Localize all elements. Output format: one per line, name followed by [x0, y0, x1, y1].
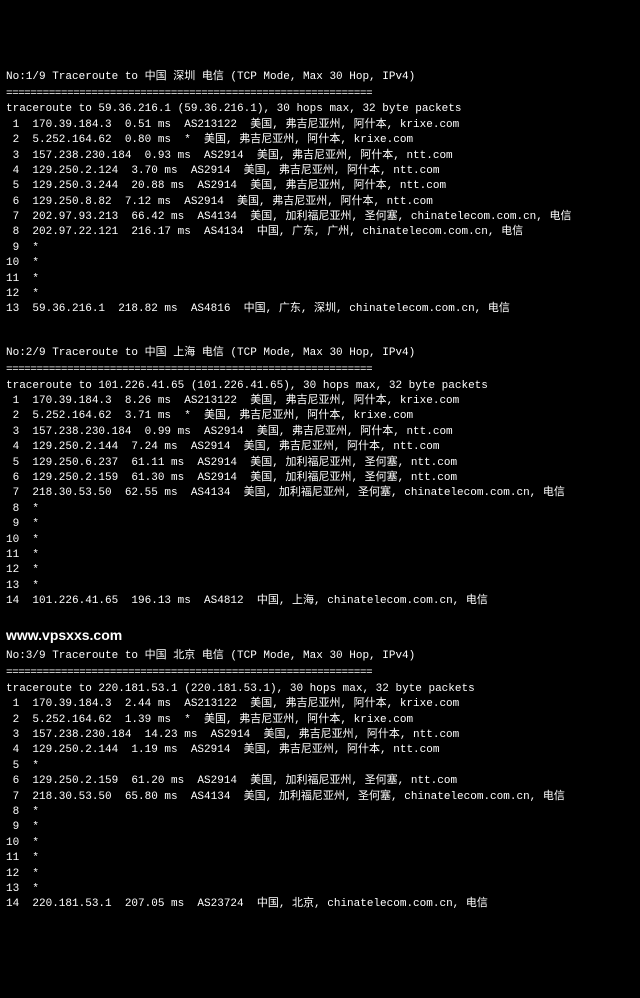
hop-row: 11 * [6, 851, 634, 866]
hop-row: 9 * [6, 517, 634, 532]
hop-row: 5 129.250.6.237 61.11 ms AS2914 美国, 加利福尼… [6, 456, 634, 471]
hop-row: 7 202.97.93.213 66.42 ms AS4134 美国, 加利福尼… [6, 210, 634, 225]
hop-row: 12 * [6, 563, 634, 578]
hop-row: 2 5.252.164.62 1.39 ms * 美国, 弗吉尼亚州, 阿什本,… [6, 713, 634, 728]
hop-row: 5 129.250.3.244 20.88 ms AS2914 美国, 弗吉尼亚… [6, 179, 634, 194]
hop-row: 10 * [6, 256, 634, 271]
hop-row: 14 101.226.41.65 196.13 ms AS4812 中国, 上海… [6, 594, 634, 609]
hop-row: 3 157.238.230.184 14.23 ms AS2914 美国, 弗吉… [6, 728, 634, 743]
hop-row: 13 59.36.216.1 218.82 ms AS4816 中国, 广东, … [6, 302, 634, 317]
hop-row: 1 170.39.184.3 0.51 ms AS213122 美国, 弗吉尼亚… [6, 118, 634, 133]
hop-row: 13 * [6, 882, 634, 897]
traceroute-cmd: traceroute to 59.36.216.1 (59.36.216.1),… [6, 102, 634, 117]
hop-row: 10 * [6, 533, 634, 548]
hop-row: 6 129.250.2.159 61.30 ms AS2914 美国, 加利福尼… [6, 471, 634, 486]
traceroute-cmd: traceroute to 101.226.41.65 (101.226.41.… [6, 379, 634, 394]
divider-line: ========================================… [6, 363, 634, 378]
hop-row: 4 129.250.2.144 7.24 ms AS2914 美国, 弗吉尼亚州… [6, 440, 634, 455]
divider-line: ========================================… [6, 87, 634, 102]
hop-row: 7 218.30.53.50 62.55 ms AS4134 美国, 加利福尼亚… [6, 486, 634, 501]
hop-row: 5 * [6, 759, 634, 774]
hop-row: 9 * [6, 820, 634, 835]
hop-row: 2 5.252.164.62 0.80 ms * 美国, 弗吉尼亚州, 阿什本,… [6, 133, 634, 148]
hop-row: 4 129.250.2.124 3.70 ms AS2914 美国, 弗吉尼亚州… [6, 164, 634, 179]
hop-row: 11 * [6, 548, 634, 563]
hop-row: 8 * [6, 805, 634, 820]
traceroute-header: No:2/9 Traceroute to 中国 上海 电信 (TCP Mode,… [6, 346, 634, 361]
divider-line: ========================================… [6, 666, 634, 681]
hop-row: 14 220.181.53.1 207.05 ms AS23724 中国, 北京… [6, 897, 634, 912]
hop-row: 6 129.250.8.82 7.12 ms AS2914 美国, 弗吉尼亚州,… [6, 195, 634, 210]
traceroute-cmd: traceroute to 220.181.53.1 (220.181.53.1… [6, 682, 634, 697]
hop-row: 12 * [6, 867, 634, 882]
watermark-text: www.vpsxxs.com [6, 626, 634, 646]
hop-row: 8 * [6, 502, 634, 517]
hop-row: 13 * [6, 579, 634, 594]
traceroute-header: No:3/9 Traceroute to 中国 北京 电信 (TCP Mode,… [6, 649, 634, 664]
hop-row: 11 * [6, 272, 634, 287]
hop-row: 3 157.238.230.184 0.99 ms AS2914 美国, 弗吉尼… [6, 425, 634, 440]
hop-row: 7 218.30.53.50 65.80 ms AS4134 美国, 加利福尼亚… [6, 790, 634, 805]
hop-row: 10 * [6, 836, 634, 851]
section-gap [6, 318, 634, 346]
hop-row: 1 170.39.184.3 8.26 ms AS213122 美国, 弗吉尼亚… [6, 394, 634, 409]
hop-row: 8 202.97.22.121 216.17 ms AS4134 中国, 广东,… [6, 225, 634, 240]
hop-row: 2 5.252.164.62 3.71 ms * 美国, 弗吉尼亚州, 阿什本,… [6, 409, 634, 424]
hop-row: 4 129.250.2.144 1.19 ms AS2914 美国, 弗吉尼亚州… [6, 743, 634, 758]
hop-row: 12 * [6, 287, 634, 302]
traceroute-header: No:1/9 Traceroute to 中国 深圳 电信 (TCP Mode,… [6, 70, 634, 85]
hop-row: 6 129.250.2.159 61.20 ms AS2914 美国, 加利福尼… [6, 774, 634, 789]
terminal-output: No:1/9 Traceroute to 中国 深圳 电信 (TCP Mode,… [6, 70, 634, 913]
hop-row: 9 * [6, 241, 634, 256]
hop-row: 1 170.39.184.3 2.44 ms AS213122 美国, 弗吉尼亚… [6, 697, 634, 712]
section-gap [6, 609, 634, 623]
hop-row: 3 157.238.230.184 0.93 ms AS2914 美国, 弗吉尼… [6, 149, 634, 164]
